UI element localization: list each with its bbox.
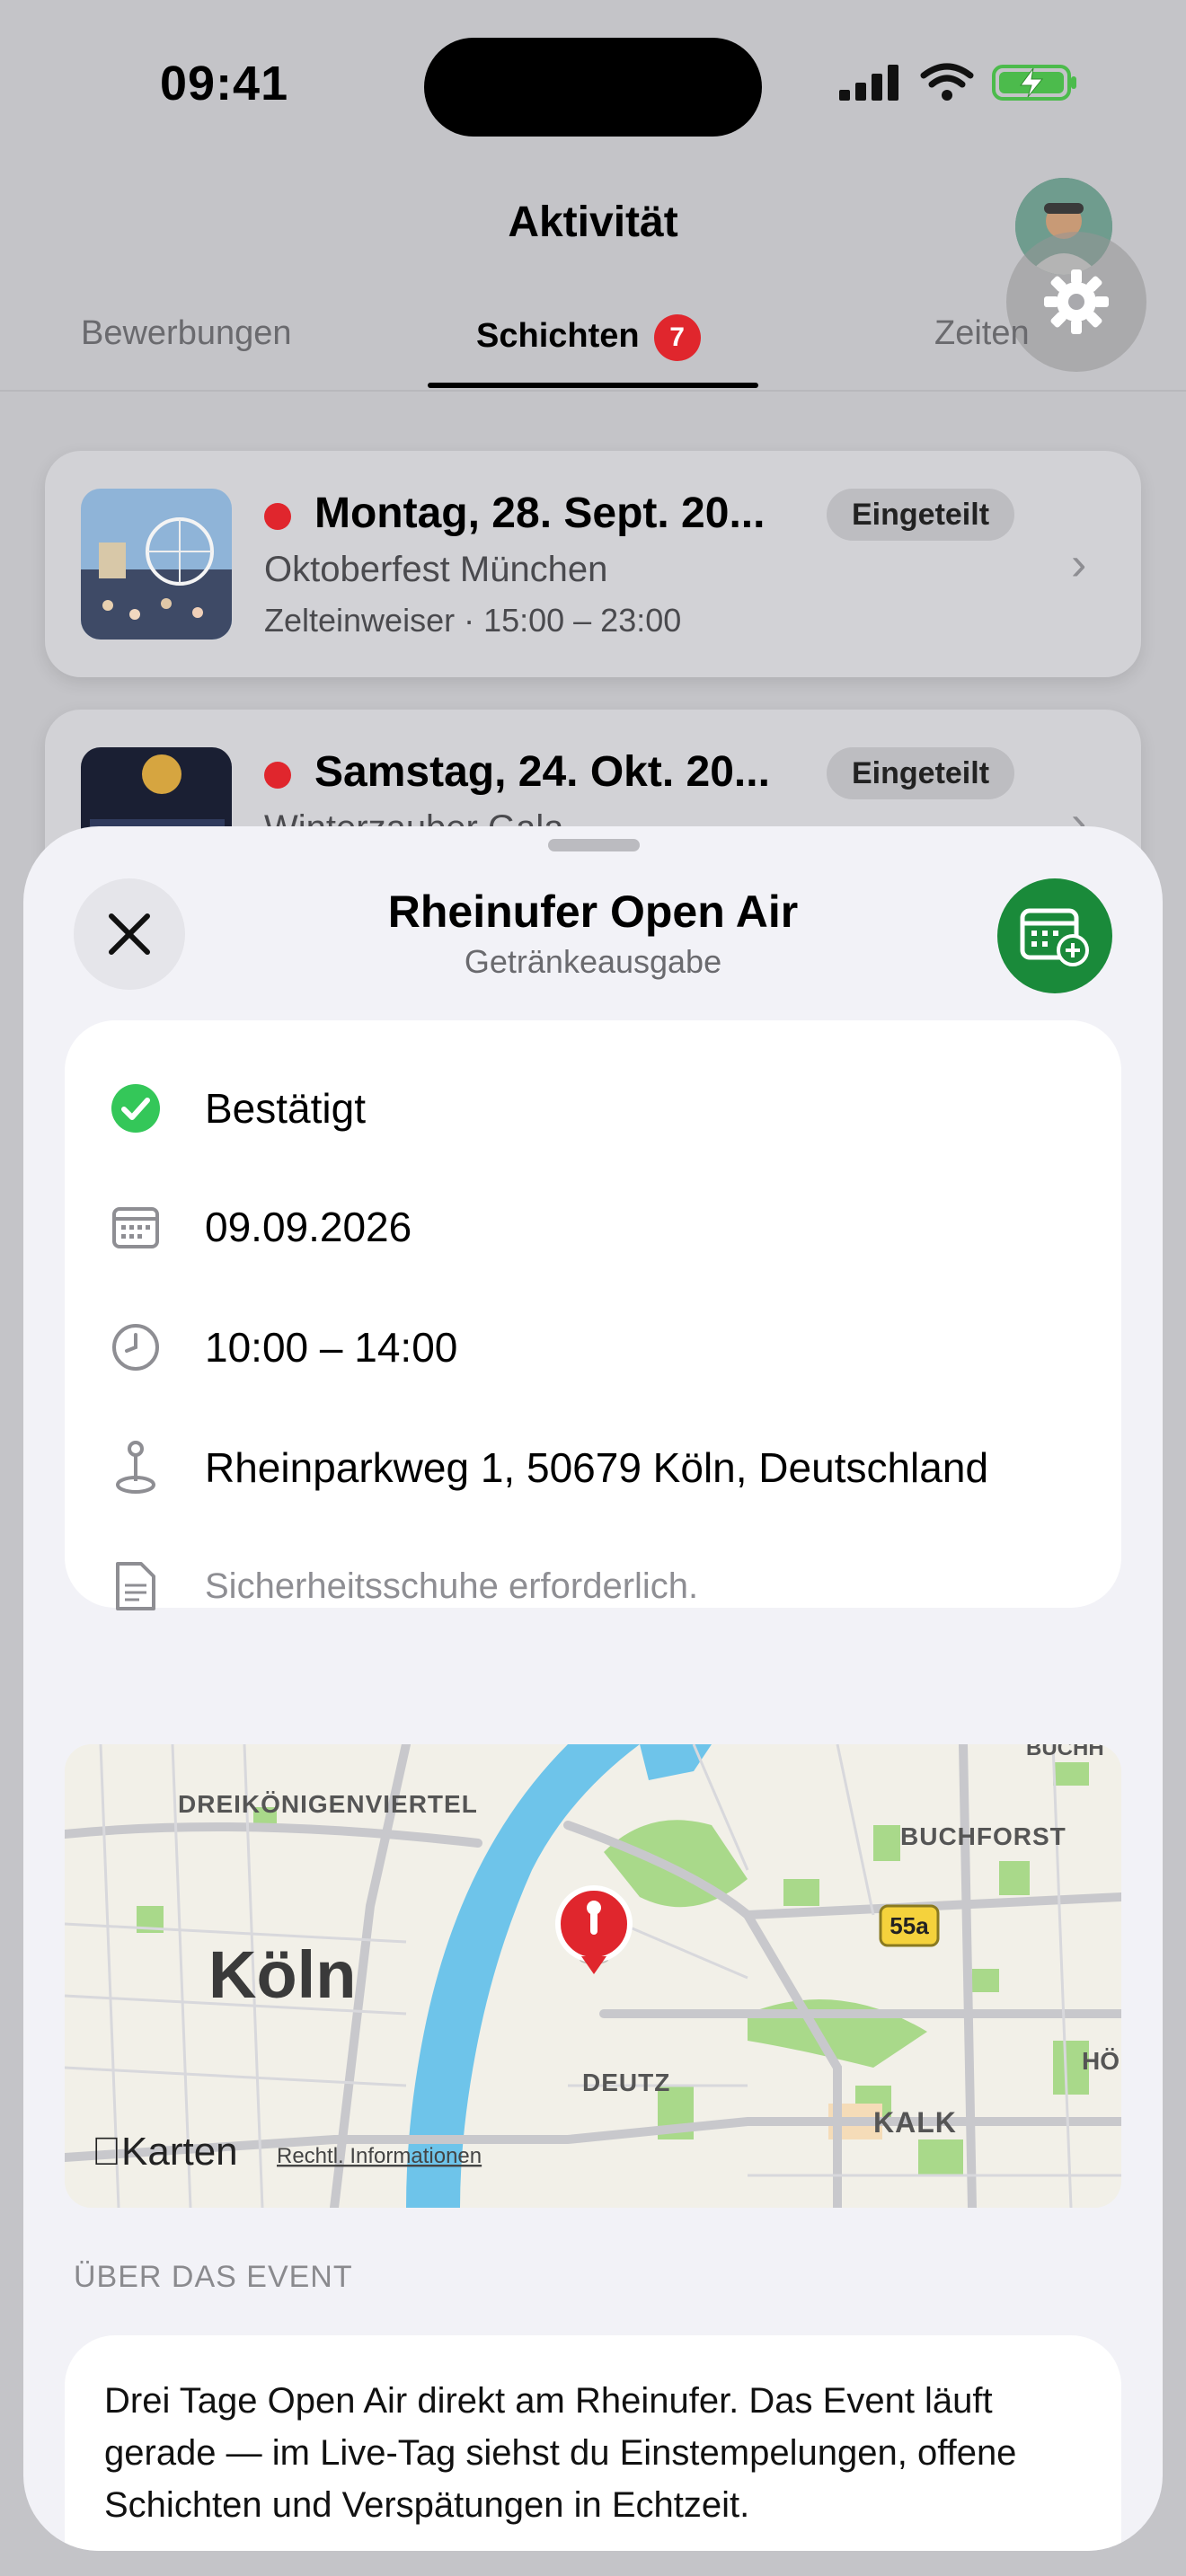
map-label-buchh: BUCHH <box>1026 1744 1104 1760</box>
status-icons <box>839 63 1078 102</box>
date-text: 09.09.2026 <box>205 1204 412 1250</box>
status-time: 09:41 <box>160 57 289 110</box>
maps-brand-label: Karten <box>92 2130 238 2174</box>
info-row-status: Bestätigt <box>108 1072 366 1144</box>
shift-event-name: Oktoberfest München <box>264 550 608 589</box>
location-pin-icon <box>116 1441 155 1494</box>
unread-dot <box>264 503 291 530</box>
calendar-icon <box>112 1207 159 1248</box>
location-map[interactable]: DREIKÖNIGENVIERTEL BUCHFORST DEUTZ KALK … <box>65 1744 1121 2208</box>
sheet-subtitle: Getränkeausgabe <box>464 943 722 980</box>
tab-zeiten[interactable]: Zeiten <box>934 314 1030 353</box>
shift-date: Montag, 28. Sept. 20... <box>314 490 766 537</box>
note-text: Sicherheitsschuhe erforderlich. <box>205 1566 699 1606</box>
page-title: Aktivität <box>508 198 678 246</box>
map-label-kalk: KALK <box>873 2106 957 2139</box>
info-row-time: 10:00 – 14:00 <box>108 1311 457 1383</box>
segment-tabs: Bewerbungen Schichten 7 Zeiten <box>0 305 1186 392</box>
map-label-hoe: HÖ <box>1082 2047 1120 2075</box>
clock-icon <box>112 1324 159 1371</box>
sheet-title: Rheinufer Open Air <box>387 887 799 937</box>
tab-badge-count: 7 <box>653 314 701 361</box>
document-icon <box>116 1562 155 1610</box>
road-shield: 55a <box>879 1904 940 1947</box>
svg-text:55a: 55a <box>890 1912 929 1939</box>
event-thumbnail <box>81 489 232 640</box>
section-header-about: ÜBER DAS EVENT <box>74 2260 353 2294</box>
info-row-date: 09.09.2026 <box>108 1191 412 1263</box>
tab-schichten[interactable]: Schichten 7 <box>476 314 701 361</box>
battery-charging-icon <box>992 65 1076 101</box>
status-badge: Eingeteilt <box>827 747 1015 799</box>
chevron-right-icon: › <box>1071 538 1087 590</box>
shift-meta: Zelteinweiser · 15:00 – 23:00 <box>264 602 682 639</box>
about-card: Drei Tage Open Air direkt am Rheinufer. … <box>65 2335 1121 2551</box>
checkmark-circle-icon <box>111 1084 160 1133</box>
shift-card[interactable]: Montag, 28. Sept. 20... Eingeteilt Oktob… <box>45 451 1141 677</box>
legal-info-link[interactable]: Rechtl. Informationen <box>277 2144 482 2168</box>
info-row-address[interactable]: Rheinparkweg 1, 50679 Köln, Deutschland <box>108 1432 988 1504</box>
dynamic-island <box>424 38 762 137</box>
unread-dot <box>264 762 291 789</box>
map-label-dreikoenigenviertel: DREIKÖNIGENVIERTEL <box>178 1790 478 1818</box>
sheet-grabber[interactable] <box>548 839 640 851</box>
wifi-icon <box>920 63 974 101</box>
shift-info-card: Bestätigt 09.09.2026 10:00 – 14:00 Rhein… <box>65 1020 1121 1610</box>
shift-detail-sheet: Rheinufer Open Air Getränkeausgabe Bestä… <box>23 826 1163 2551</box>
add-to-calendar-button[interactable] <box>997 878 1112 993</box>
calendar-add-icon <box>1020 908 1089 966</box>
map-label-buchforst: BUCHFORST <box>900 1822 1067 1850</box>
map-label-city: Köln <box>208 1937 356 2012</box>
map-label-deutz: DEUTZ <box>582 2069 670 2096</box>
info-row-note: Sicherheitsschuhe erforderlich. <box>108 1550 698 1622</box>
tab-schichten-label: Schichten <box>476 317 640 356</box>
about-text: Drei Tage Open Air direkt am Rheinufer. … <box>104 2381 1017 2525</box>
shift-date: Samstag, 24. Okt. 20... <box>314 748 770 796</box>
tab-active-indicator <box>428 383 758 388</box>
time-text: 10:00 – 14:00 <box>205 1324 458 1371</box>
signal-icon <box>839 65 898 101</box>
status-text: Bestätigt <box>205 1085 366 1132</box>
tab-bewerbungen[interactable]: Bewerbungen <box>81 314 292 353</box>
status-badge: Eingeteilt <box>827 489 1015 541</box>
address-text: Rheinparkweg 1, 50679 Köln, Deutschland <box>205 1444 989 1491</box>
